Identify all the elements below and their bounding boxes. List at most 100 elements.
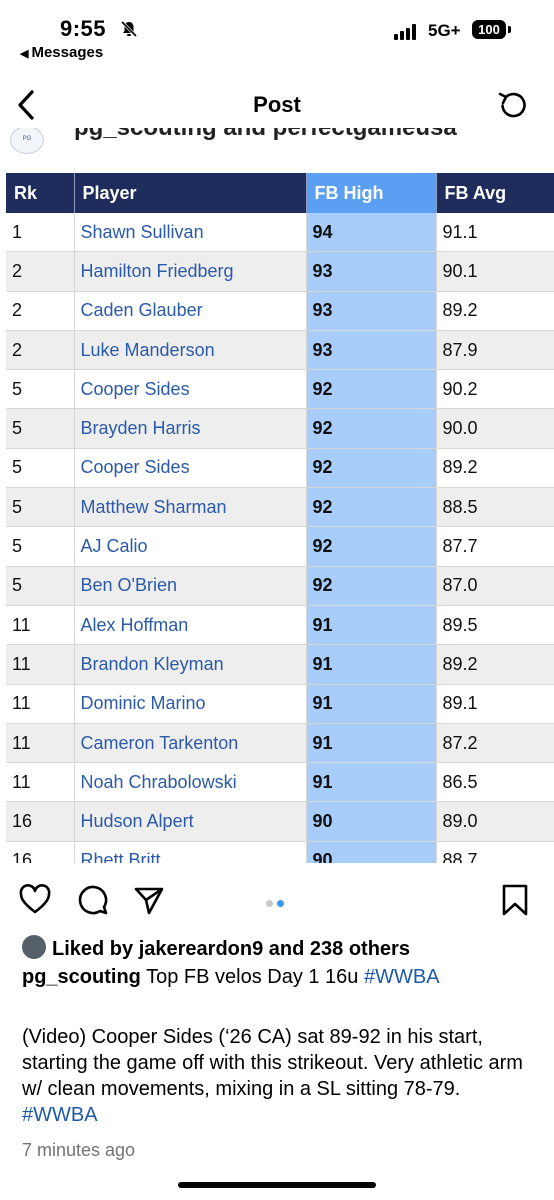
cell-fb-high: 92 xyxy=(306,369,437,410)
liker-username[interactable]: jakereardon9 xyxy=(139,938,264,960)
bell-muted-icon xyxy=(120,20,138,43)
cell-player[interactable]: Hudson Alpert xyxy=(74,801,307,842)
cell-player[interactable]: Hamilton Friedberg xyxy=(74,251,307,292)
cell-rank: 5 xyxy=(6,369,75,410)
battery-icon: 100 xyxy=(472,20,506,39)
cell-rank: 5 xyxy=(6,566,75,606)
cell-rank: 2 xyxy=(6,330,75,371)
back-to-app-link[interactable]: ◀ Messages xyxy=(20,44,103,61)
caption-username[interactable]: pg_scouting xyxy=(22,966,141,988)
table-row: 2 Luke Manderson 93 87.9 xyxy=(6,330,554,371)
cell-player[interactable]: AJ Calio xyxy=(74,526,307,567)
cell-fb-high: 92 xyxy=(306,526,437,567)
cell-fb-avg: 89.2 xyxy=(436,448,554,489)
cell-player[interactable]: Cooper Sides xyxy=(74,448,307,489)
likes-others[interactable]: 238 others xyxy=(310,938,410,960)
hashtag-link[interactable]: #WWBA xyxy=(22,1104,98,1126)
cell-fb-high: 91 xyxy=(306,684,437,724)
table-row: 5 Cooper Sides 92 90.2 xyxy=(6,369,554,410)
cell-fb-avg: 88.7 xyxy=(436,841,554,863)
share-icon[interactable] xyxy=(132,883,166,917)
network-type: 5G+ xyxy=(428,21,461,40)
cell-rank: 5 xyxy=(6,448,75,489)
cell-rank: 11 xyxy=(6,723,75,764)
hashtag-link[interactable]: #WWBA xyxy=(364,966,440,988)
cell-player[interactable]: Matthew Sharman xyxy=(74,487,307,528)
page-title: Post xyxy=(253,92,301,117)
cell-rank: 11 xyxy=(6,644,75,685)
cell-fb-high: 92 xyxy=(306,487,437,528)
caption: pg_scouting Top FB velos Day 1 16u #WWBA xyxy=(22,966,440,989)
cell-player[interactable]: Noah Chrabolowski xyxy=(74,762,307,803)
table-row: 1 Shawn Sullivan 94 91.1 xyxy=(6,213,554,253)
brand-logo: PG xyxy=(10,128,44,154)
cell-rank: 11 xyxy=(6,605,75,646)
heart-icon[interactable] xyxy=(18,883,52,917)
col-header-fb-high: FB High xyxy=(306,173,437,213)
cell-fb-avg: 91.1 xyxy=(436,213,554,253)
cell-fb-high: 92 xyxy=(306,566,437,606)
cell-rank: 11 xyxy=(6,684,75,724)
table-row: 11 Noah Chrabolowski 91 86.5 xyxy=(6,762,554,803)
cell-player[interactable]: Luke Manderson xyxy=(74,330,307,371)
pager-dot-active xyxy=(277,900,284,907)
cell-fb-high: 92 xyxy=(306,448,437,489)
bookmark-icon[interactable] xyxy=(498,883,532,917)
cell-fb-avg: 89.2 xyxy=(436,644,554,685)
cell-rank: 5 xyxy=(6,487,75,528)
table-row: 11 Alex Hoffman 91 89.5 xyxy=(6,605,554,646)
back-triangle-icon: ◀ xyxy=(20,48,29,60)
cell-rank: 1 xyxy=(6,213,75,253)
cell-fb-avg: 89.2 xyxy=(436,291,554,331)
cell-rank: 2 xyxy=(6,251,75,292)
clock: 9:55 xyxy=(60,16,107,41)
cell-fb-avg: 86.5 xyxy=(436,762,554,803)
cell-rank: 5 xyxy=(6,408,75,449)
cell-fb-avg: 87.9 xyxy=(436,330,554,371)
col-header-player: Player xyxy=(74,173,307,213)
cellular-signal-icon xyxy=(394,24,418,40)
cell-player[interactable]: Rhett Britt xyxy=(74,841,307,863)
table-row: 2 Caden Glauber 93 89.2 xyxy=(6,291,554,331)
table-row: 11 Brandon Kleyman 91 89.2 xyxy=(6,644,554,685)
table-row: 5 AJ Calio 92 87.7 xyxy=(6,526,554,567)
post-timestamp: 7 minutes ago xyxy=(22,1140,136,1160)
cell-fb-high: 91 xyxy=(306,723,437,764)
col-header-fb-avg: FB Avg xyxy=(436,173,554,213)
cell-fb-avg: 90.2 xyxy=(436,369,554,410)
cell-player[interactable]: Cooper Sides xyxy=(74,369,307,410)
cell-fb-avg: 89.1 xyxy=(436,684,554,724)
cell-player[interactable]: Shawn Sullivan xyxy=(74,213,307,253)
cell-fb-high: 91 xyxy=(306,762,437,803)
cell-player[interactable]: Ben O'Brien xyxy=(74,566,307,606)
cell-fb-avg: 89.0 xyxy=(436,801,554,842)
table-row: 11 Cameron Tarkenton 91 87.2 xyxy=(6,723,554,764)
cell-fb-high: 91 xyxy=(306,644,437,685)
refresh-icon[interactable] xyxy=(496,88,530,122)
cell-player[interactable]: Brandon Kleyman xyxy=(74,644,307,685)
table-header-row: Rk Player FB High FB Avg xyxy=(6,173,554,213)
cell-fb-high: 91 xyxy=(306,605,437,646)
cell-fb-avg: 90.1 xyxy=(436,251,554,292)
avatar xyxy=(22,935,46,959)
cell-rank: 2 xyxy=(6,291,75,331)
cell-player[interactable]: Brayden Harris xyxy=(74,408,307,449)
cell-fb-avg: 89.5 xyxy=(436,605,554,646)
cell-player[interactable]: Caden Glauber xyxy=(74,291,307,331)
carousel-pager xyxy=(266,894,288,912)
likes-summary[interactable]: Liked by jakereardon9 and 238 others xyxy=(22,935,410,961)
cell-rank: 16 xyxy=(6,841,75,863)
cell-fb-high: 90 xyxy=(306,801,437,842)
cell-fb-high: 93 xyxy=(306,330,437,371)
cell-player[interactable]: Cameron Tarkenton xyxy=(74,723,307,764)
post-image[interactable]: PG pg_scouting and perfectgameusa Rk Pla… xyxy=(0,128,554,863)
cell-player[interactable]: Alex Hoffman xyxy=(74,605,307,646)
comment-icon[interactable] xyxy=(76,883,110,917)
battery-tip xyxy=(508,26,511,33)
home-indicator[interactable] xyxy=(178,1182,376,1188)
caption-body: (Video) Cooper Sides (‘26 CA) sat 89-92 … xyxy=(22,1026,523,1126)
cell-player[interactable]: Dominic Marino xyxy=(74,684,307,724)
velo-table: Rk Player FB High FB Avg 1 Shawn Sullivan… xyxy=(6,173,554,863)
image-header-text: pg_scouting and perfectgameusa xyxy=(74,128,457,142)
pager-dot xyxy=(266,900,273,907)
